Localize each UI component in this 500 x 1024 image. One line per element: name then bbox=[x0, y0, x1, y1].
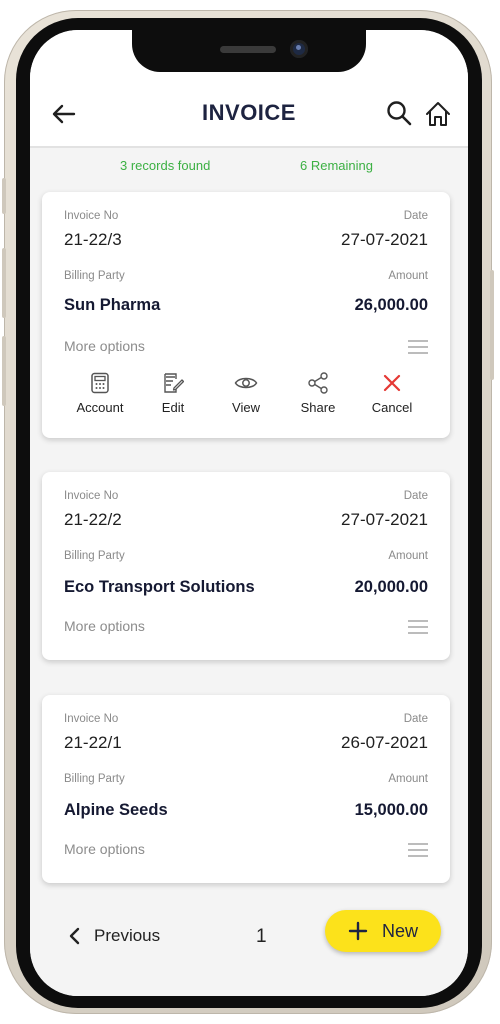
invoice-card[interactable]: Invoice No Date 21-22/2 27-07-2021 Billi… bbox=[42, 472, 450, 660]
date-value: 27-07-2021 bbox=[341, 230, 428, 249]
view-button[interactable]: View bbox=[210, 372, 282, 415]
billing-party-label: Billing Party bbox=[64, 773, 125, 785]
eye-icon bbox=[234, 377, 258, 389]
invoice-no-value: 21-22/3 bbox=[64, 230, 122, 249]
billing-party-label: Billing Party bbox=[64, 270, 125, 282]
page-number: 1 bbox=[256, 926, 267, 947]
side-button bbox=[2, 178, 6, 214]
date-label: Date bbox=[403, 490, 428, 502]
more-options-link[interactable]: More options bbox=[64, 841, 145, 857]
edit-icon bbox=[164, 373, 184, 393]
search-icon bbox=[387, 101, 412, 126]
more-options-link[interactable]: More options bbox=[64, 338, 145, 354]
billing-party-value: Alpine Seeds bbox=[64, 801, 168, 819]
invoice-no-label: Invoice No bbox=[64, 490, 119, 502]
account-label: Account bbox=[76, 400, 124, 415]
invoice-no-label: Invoice No bbox=[64, 210, 119, 222]
amount-label: Amount bbox=[388, 270, 428, 282]
invoice-card[interactable]: Invoice No Date 21-22/1 26-07-2021 Billi… bbox=[42, 695, 450, 883]
amount-value: 15,000.00 bbox=[354, 801, 428, 819]
cancel-button[interactable]: Cancel bbox=[356, 372, 428, 415]
date-value: 26-07-2021 bbox=[341, 733, 428, 752]
share-label: Share bbox=[300, 400, 336, 415]
share-icon bbox=[308, 372, 328, 394]
action-bar: Account Edit View Share Cancel bbox=[42, 372, 450, 424]
menu-icon[interactable] bbox=[408, 843, 428, 857]
date-label: Date bbox=[403, 713, 428, 725]
account-button[interactable]: Account bbox=[64, 372, 136, 415]
view-label: View bbox=[232, 400, 260, 415]
amount-label: Amount bbox=[388, 773, 428, 785]
cancel-label: Cancel bbox=[371, 400, 413, 415]
previous-button[interactable]: Previous bbox=[68, 924, 160, 948]
close-icon bbox=[383, 374, 401, 392]
invoice-no-label: Invoice No bbox=[64, 713, 119, 725]
new-button[interactable]: New bbox=[325, 910, 441, 952]
share-button[interactable]: Share bbox=[282, 372, 354, 415]
side-button bbox=[2, 336, 6, 406]
amount-value: 26,000.00 bbox=[354, 296, 428, 314]
bottom-pagination-bar: Previous 1 New bbox=[30, 902, 468, 996]
invoice-no-value: 21-22/2 bbox=[64, 510, 122, 529]
menu-icon[interactable] bbox=[408, 620, 428, 634]
amount-value: 20,000.00 bbox=[354, 578, 428, 596]
side-button bbox=[2, 248, 6, 318]
app-screen: INVOICE 3 records found 6 Remaining Invo… bbox=[30, 30, 468, 996]
invoice-card[interactable]: Invoice No Date 21-22/3 27-07-2021 Billi… bbox=[42, 192, 450, 438]
records-found-text: 3 records found bbox=[120, 158, 211, 173]
billing-party-value: Sun Pharma bbox=[64, 296, 161, 314]
more-options-link[interactable]: More options bbox=[64, 618, 145, 634]
chevron-left-icon bbox=[69, 927, 80, 945]
previous-label: Previous bbox=[94, 926, 161, 945]
side-button bbox=[490, 270, 494, 380]
plus-icon bbox=[348, 921, 368, 941]
search-button[interactable] bbox=[386, 100, 412, 126]
home-button[interactable] bbox=[424, 100, 452, 128]
invoice-no-value: 21-22/1 bbox=[64, 733, 122, 752]
new-label: New bbox=[381, 920, 418, 941]
speaker-grille bbox=[220, 46, 276, 53]
billing-party-label: Billing Party bbox=[64, 550, 125, 562]
date-value: 27-07-2021 bbox=[341, 510, 428, 529]
amount-label: Amount bbox=[388, 550, 428, 562]
remaining-text: 6 Remaining bbox=[300, 158, 373, 173]
billing-party-value: Eco Transport Solutions bbox=[64, 578, 255, 596]
date-label: Date bbox=[403, 210, 428, 222]
edit-label: Edit bbox=[161, 400, 185, 415]
phone-notch bbox=[132, 28, 366, 72]
home-icon bbox=[426, 102, 450, 126]
menu-icon[interactable] bbox=[408, 340, 428, 354]
front-camera bbox=[290, 40, 308, 58]
edit-button[interactable]: Edit bbox=[137, 372, 209, 415]
calculator-icon bbox=[91, 372, 109, 394]
